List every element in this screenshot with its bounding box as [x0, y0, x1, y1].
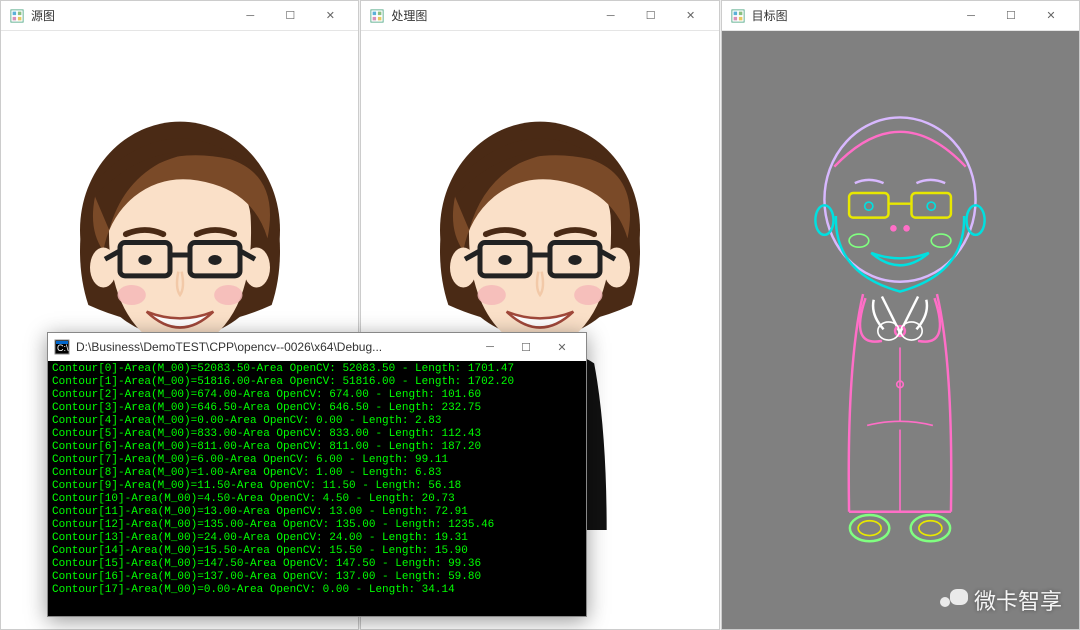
console-titlebar[interactable]: C:\ D:\Business\DemoTEST\CPP\opencv--002… — [48, 333, 586, 361]
minimize-button[interactable]: ─ — [472, 333, 508, 361]
close-button[interactable]: ✕ — [1031, 1, 1071, 31]
console-line: Contour[16]-Area(M_00)=137.00-Area OpenC… — [52, 571, 582, 584]
console-line: Contour[5]-Area(M_00)=833.00-Area OpenCV… — [52, 428, 582, 441]
minimize-button[interactable]: ─ — [591, 1, 631, 31]
maximize-button[interactable]: ☐ — [508, 333, 544, 361]
console-line: Contour[8]-Area(M_00)=1.00-Area OpenCV: … — [52, 467, 582, 480]
app-icon — [369, 8, 385, 24]
console-line: Contour[10]-Area(M_00)=4.50-Area OpenCV:… — [52, 493, 582, 506]
console-line: Contour[4]-Area(M_00)=0.00-Area OpenCV: … — [52, 415, 582, 428]
titlebar[interactable]: 源图 ─ ☐ ✕ — [1, 1, 358, 31]
maximize-button[interactable]: ☐ — [270, 1, 310, 31]
window-title: 处理图 — [391, 7, 590, 24]
console-line: Contour[1]-Area(M_00)=51816.00-Area Open… — [52, 376, 582, 389]
console-line: Contour[12]-Area(M_00)=135.00-Area OpenC… — [52, 519, 582, 532]
console-line: Contour[3]-Area(M_00)=646.50-Area OpenCV… — [52, 402, 582, 415]
console-line: Contour[15]-Area(M_00)=147.50-Area OpenC… — [52, 558, 582, 571]
minimize-button[interactable]: ─ — [230, 1, 270, 31]
console-line: Contour[7]-Area(M_00)=6.00-Area OpenCV: … — [52, 454, 582, 467]
watermark: 微卡智享 — [938, 584, 1062, 616]
watermark-text: 微卡智享 — [974, 584, 1062, 616]
wechat-icon — [938, 587, 968, 613]
window-title: 目标图 — [752, 7, 951, 24]
maximize-button[interactable]: ☐ — [991, 1, 1031, 31]
console-output[interactable]: Contour[0]-Area(M_00)=52083.50-Area Open… — [48, 361, 586, 616]
image-window-2: 目标图 ─ ☐ ✕ — [721, 0, 1080, 630]
console-line: Contour[9]-Area(M_00)=11.50-Area OpenCV:… — [52, 480, 582, 493]
window-title: 源图 — [31, 7, 230, 24]
console-icon: C:\ — [54, 339, 70, 355]
console-line: Contour[17]-Area(M_00)=0.00-Area OpenCV:… — [52, 584, 582, 597]
console-line: Contour[14]-Area(M_00)=15.50-Area OpenCV… — [52, 545, 582, 558]
minimize-button[interactable]: ─ — [951, 1, 991, 31]
console-title: D:\Business\DemoTEST\CPP\opencv--0026\x6… — [76, 340, 472, 354]
close-button[interactable]: ✕ — [671, 1, 711, 31]
maximize-button[interactable]: ☐ — [631, 1, 671, 31]
app-icon — [730, 8, 746, 24]
console-window: C:\ D:\Business\DemoTEST\CPP\opencv--002… — [47, 332, 587, 617]
app-icon — [9, 8, 25, 24]
titlebar[interactable]: 处理图 ─ ☐ ✕ — [361, 1, 718, 31]
svg-text:C:\: C:\ — [57, 343, 69, 353]
console-line: Contour[0]-Area(M_00)=52083.50-Area Open… — [52, 363, 582, 376]
titlebar[interactable]: 目标图 ─ ☐ ✕ — [722, 1, 1079, 31]
close-button[interactable]: ✕ — [544, 333, 580, 361]
console-line: Contour[6]-Area(M_00)=811.00-Area OpenCV… — [52, 441, 582, 454]
console-line: Contour[2]-Area(M_00)=674.00-Area OpenCV… — [52, 389, 582, 402]
image-canvas — [722, 31, 1079, 629]
close-button[interactable]: ✕ — [310, 1, 350, 31]
console-line: Contour[13]-Area(M_00)=24.00-Area OpenCV… — [52, 532, 582, 545]
console-line: Contour[11]-Area(M_00)=13.00-Area OpenCV… — [52, 506, 582, 519]
